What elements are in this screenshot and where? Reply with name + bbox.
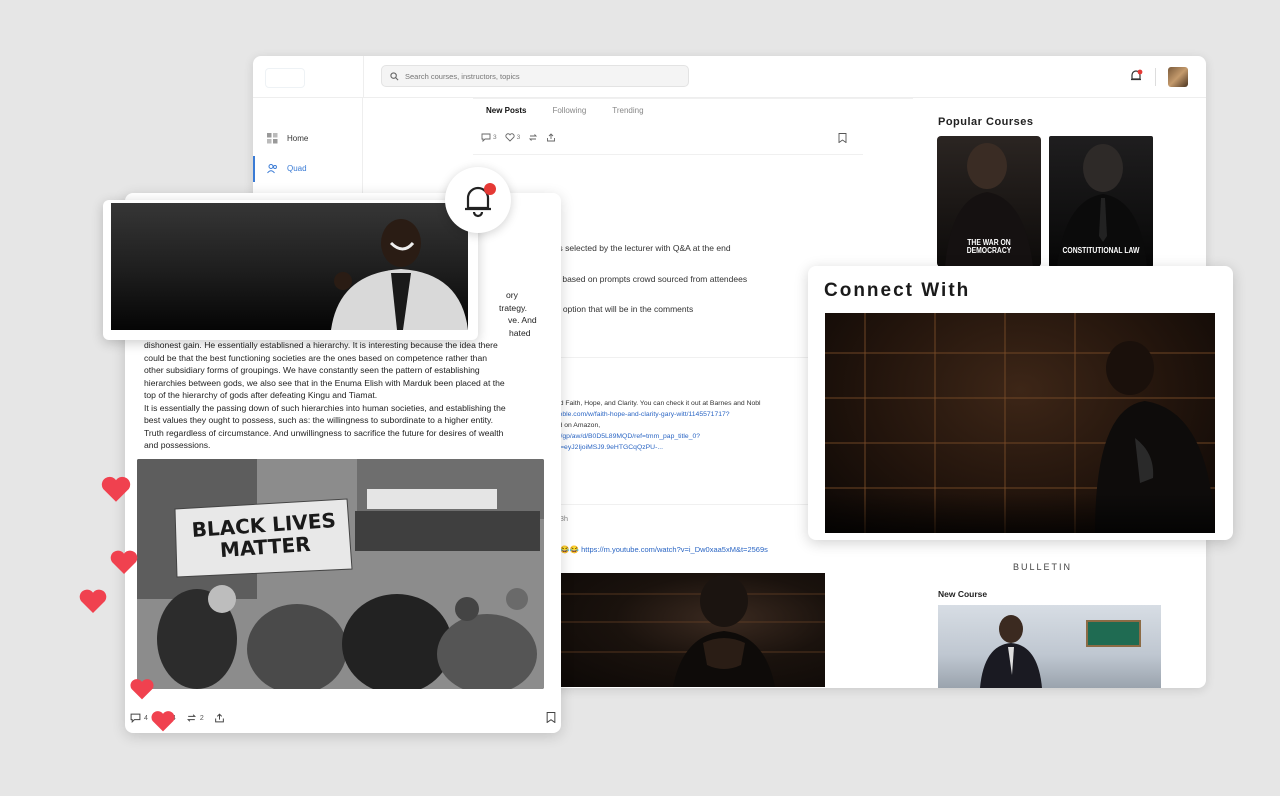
repost-icon bbox=[186, 714, 196, 722]
comment-button[interactable]: 3 bbox=[481, 133, 497, 142]
repost-count: 2 bbox=[199, 714, 204, 722]
repost-icon bbox=[529, 134, 538, 141]
post-image[interactable]: BLACK LIVES MATTER bbox=[137, 459, 544, 689]
post-text-line: Truth regardless of circumstance. And un… bbox=[144, 427, 504, 438]
grid-icon bbox=[267, 133, 278, 144]
new-course-card[interactable] bbox=[938, 605, 1161, 688]
speaker-banner-card bbox=[103, 200, 478, 340]
sidebar-item-quad[interactable]: Quad bbox=[267, 163, 307, 174]
sidebar-item-label: Home bbox=[287, 134, 309, 143]
user-avatar[interactable] bbox=[1168, 67, 1188, 87]
share-button[interactable] bbox=[546, 133, 556, 142]
share-icon bbox=[214, 713, 224, 723]
divider bbox=[473, 154, 863, 155]
heart-icon bbox=[79, 589, 107, 613]
divider bbox=[549, 504, 809, 505]
new-course-title: New Course bbox=[938, 589, 988, 599]
comment-count: 4 bbox=[144, 714, 148, 722]
users-icon bbox=[267, 164, 277, 174]
search-input[interactable] bbox=[405, 71, 665, 81]
post-text-line: best values they ought to possess, such … bbox=[144, 415, 494, 425]
comment-icon bbox=[481, 133, 491, 142]
search-bar[interactable] bbox=[381, 65, 689, 87]
post-actions: 3 3 bbox=[481, 133, 564, 142]
poll-option[interactable]: res selected by the lecturer with Q&A at… bbox=[551, 243, 731, 253]
heart-icon bbox=[110, 550, 138, 574]
comment-icon bbox=[130, 713, 141, 723]
feed-tabs: New Posts Following Trending bbox=[486, 106, 644, 115]
protest-photo-graphic bbox=[137, 459, 544, 689]
youtube-link[interactable]: https://m.youtube.com/watch?v=i_Dw0xaa5x… bbox=[581, 545, 768, 554]
post-link[interactable]: dnoble.com/w/faith-hope-and-clarity-gary… bbox=[551, 411, 730, 418]
repost-button[interactable] bbox=[528, 133, 538, 142]
image-shade bbox=[825, 493, 1215, 533]
post-image[interactable] bbox=[553, 573, 825, 687]
man-portrait-graphic bbox=[673, 575, 775, 687]
course-card[interactable]: CONSTITUTIONAL LAW bbox=[1049, 136, 1153, 267]
sidebar-item-label: Quad bbox=[287, 164, 307, 173]
divider bbox=[1155, 68, 1156, 86]
post-text-line: and possessions. bbox=[144, 440, 211, 450]
share-button[interactable] bbox=[214, 713, 225, 723]
speaker-graphic bbox=[331, 219, 468, 330]
heart-icon bbox=[101, 476, 131, 502]
post-text-line: top of the hierarchy of gods after defea… bbox=[144, 390, 378, 400]
tab-new-posts[interactable]: New Posts bbox=[486, 106, 526, 115]
poll-option[interactable]: ne option that will be in the comments bbox=[551, 304, 693, 314]
comment-button[interactable]: 4 bbox=[130, 713, 148, 723]
instructor-graphic bbox=[980, 615, 1042, 688]
post-text-line: It is essentially the passing down of su… bbox=[144, 402, 506, 413]
notification-bell-icon bbox=[465, 183, 496, 218]
notification-bubble[interactable] bbox=[445, 167, 511, 233]
tab-trending[interactable]: Trending bbox=[612, 106, 643, 115]
heart-icon bbox=[505, 133, 515, 142]
connect-image[interactable] bbox=[825, 313, 1215, 533]
course-card[interactable]: THE WAR ON DEMOCRACY bbox=[937, 136, 1041, 267]
search-icon bbox=[390, 71, 399, 80]
post-text-line: could be that the best functioning socie… bbox=[144, 352, 488, 363]
repost-button[interactable]: 2 bbox=[186, 713, 204, 723]
post-link[interactable]: om/gp/aw/d/B0D5L89MQD/ref=tmm_pap_title_… bbox=[551, 433, 700, 440]
bookmark-icon[interactable] bbox=[838, 133, 847, 143]
divider bbox=[473, 98, 913, 99]
like-button[interactable]: 3 bbox=[505, 133, 521, 142]
share-icon bbox=[547, 133, 556, 142]
app-logo[interactable] bbox=[265, 68, 305, 88]
bulletin-heading: BULLETIN bbox=[1013, 562, 1073, 572]
divider bbox=[549, 357, 809, 358]
notification-bell-icon[interactable] bbox=[1129, 69, 1143, 83]
heart-icon bbox=[130, 679, 154, 700]
tab-following[interactable]: Following bbox=[552, 106, 586, 115]
connect-with-title: Connect With bbox=[824, 280, 971, 301]
bookmark-icon[interactable] bbox=[546, 712, 556, 723]
connect-with-card: Connect With bbox=[808, 266, 1233, 540]
speaker-banner-image[interactable] bbox=[111, 203, 468, 330]
post-text-line: other subsidiary forms of groupings. We … bbox=[144, 365, 480, 375]
post-actions: 4 4 2 bbox=[130, 713, 235, 723]
course-title: CONSTITUTIONAL LAW bbox=[1062, 246, 1140, 255]
comment-count: 3 bbox=[493, 134, 497, 141]
post-text: itled Faith, Hope, and Clarity. You can … bbox=[551, 400, 761, 407]
active-indicator bbox=[253, 156, 255, 182]
post-link[interactable]: 🙏🏾😂😂 https://m.youtube.com/watch?v=i_Dw0… bbox=[551, 545, 768, 554]
post-text-line: hierarchies between gods, we also see th… bbox=[144, 377, 505, 388]
poll-option[interactable]: ns based on prompts crowd sourced from a… bbox=[551, 274, 747, 284]
post-link[interactable]: dlb=eyJ2IjoiMSJ9.9eHTGCqQzPU-... bbox=[551, 444, 663, 451]
divider bbox=[363, 56, 364, 98]
sidebar-item-home[interactable]: Home bbox=[267, 133, 308, 144]
popular-courses-title: Popular Courses bbox=[938, 116, 1034, 128]
post-text-line: dishonest gain. He essentially establisn… bbox=[144, 340, 498, 350]
heart-icon bbox=[151, 711, 175, 732]
like-count: 3 bbox=[516, 134, 521, 141]
course-title: THE WAR ON DEMOCRACY bbox=[966, 238, 1012, 255]
